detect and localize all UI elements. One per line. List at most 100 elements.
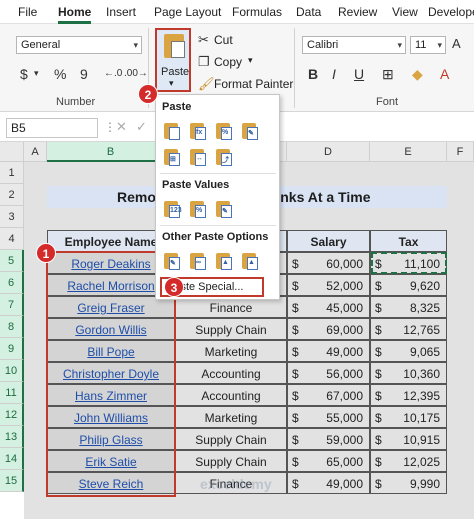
formatting-icon[interactable]: ✎ (162, 251, 182, 271)
fill-color-icon[interactable]: ◆ (412, 66, 423, 83)
tax-cell[interactable]: $9,065 (370, 340, 447, 362)
select-all-corner[interactable] (0, 142, 24, 162)
underline-icon[interactable]: U (354, 66, 364, 82)
salary-cell[interactable]: $65,000 (287, 450, 370, 472)
tax-cell[interactable]: $10,915 (370, 428, 447, 450)
row-header[interactable]: 11 (0, 382, 24, 404)
paste-button[interactable]: Paste ▾ (155, 28, 191, 92)
transpose-icon[interactable]: ⤴ (214, 147, 234, 167)
column-header-d[interactable]: D (287, 142, 370, 162)
tax-cell[interactable]: $9,990 (370, 472, 447, 494)
comma-style-icon[interactable]: 9 (80, 66, 88, 82)
column-header-f[interactable]: F (447, 142, 474, 162)
department-cell[interactable]: Accounting (175, 384, 287, 406)
salary-cell[interactable]: $67,000 (287, 384, 370, 406)
row-header[interactable]: 6 (0, 272, 24, 294)
copy-button[interactable]: Copy (214, 55, 242, 69)
copy-icon[interactable]: ❐ (198, 54, 210, 70)
tax-cell[interactable]: $12,765 (370, 318, 447, 340)
borders-icon[interactable]: ⊞ (382, 66, 394, 83)
row-header[interactable]: 10 (0, 360, 24, 382)
cancel-icon[interactable]: ✕ (116, 119, 127, 135)
row-header[interactable]: 14 (0, 448, 24, 470)
values-number-format-icon[interactable]: % (188, 199, 208, 219)
menu-file[interactable]: File (18, 5, 37, 19)
tax-cell[interactable]: $8,325 (370, 296, 447, 318)
menu-formulas[interactable]: Formulas (232, 5, 282, 19)
row-header[interactable]: 13 (0, 426, 24, 448)
row-header[interactable]: 9 (0, 338, 24, 360)
linked-picture-icon[interactable]: ▲ (240, 251, 260, 271)
salary-cell[interactable]: $55,000 (287, 406, 370, 428)
row-header[interactable]: 3 (0, 206, 24, 228)
scissors-icon[interactable]: ✂ (198, 32, 209, 48)
menu-home[interactable]: Home (58, 5, 92, 24)
menu-page-layout[interactable]: Page Layout (154, 5, 221, 19)
department-cell[interactable]: Supply Chain (175, 428, 287, 450)
row-header[interactable]: 15 (0, 470, 24, 492)
decrease-decimal-icon[interactable]: .00→ (124, 68, 148, 79)
currency-icon[interactable]: $ (20, 66, 28, 82)
department-cell[interactable]: Supply Chain (175, 450, 287, 472)
name-box-dropdown-icon[interactable]: ⋮ (104, 120, 116, 134)
salary-cell[interactable]: $59,000 (287, 428, 370, 450)
header-salary[interactable]: Salary (287, 230, 370, 252)
department-cell[interactable]: Supply Chain (175, 318, 287, 340)
increase-font-icon[interactable]: A (452, 36, 461, 51)
picture-icon[interactable]: ▲ (214, 251, 234, 271)
keep-source-formatting-icon[interactable]: ✎ (240, 121, 260, 141)
paste-icon[interactable] (162, 121, 182, 141)
salary-cell[interactable]: $56,000 (287, 362, 370, 384)
column-header-a[interactable]: A (24, 142, 47, 162)
tax-cell[interactable]: $12,025 (370, 450, 447, 472)
column-header-e[interactable]: E (370, 142, 447, 162)
salary-cell[interactable]: $49,000 (287, 340, 370, 362)
increase-decimal-icon[interactable]: ←.0 (104, 68, 122, 79)
salary-cell[interactable]: $60,000 (287, 252, 370, 274)
chevron-down-icon[interactable]: ▾ (248, 55, 253, 66)
paste-formulas-icon[interactable]: fx (188, 121, 208, 141)
cut-button[interactable]: Cut (214, 33, 233, 47)
chevron-down-icon[interactable]: ▾ (34, 68, 39, 79)
row-header[interactable]: 4 (0, 228, 24, 250)
row-header[interactable]: 12 (0, 404, 24, 426)
department-cell[interactable]: Accounting (175, 362, 287, 384)
font-name-select[interactable]: Calibri ▾ (302, 36, 406, 54)
menu-insert[interactable]: Insert (106, 5, 136, 19)
format-painter-button[interactable]: Format Painter (214, 77, 293, 91)
salary-cell[interactable]: $69,000 (287, 318, 370, 340)
enter-icon[interactable]: ✓ (136, 119, 147, 135)
bold-icon[interactable]: B (308, 66, 318, 82)
values-source-formatting-icon[interactable]: ✎ (214, 199, 234, 219)
menu-developer[interactable]: Developer (428, 5, 474, 19)
paste-link-icon[interactable]: ∞ (188, 251, 208, 271)
font-size-select[interactable]: 11 ▾ (410, 36, 446, 54)
salary-cell[interactable]: $52,000 (287, 274, 370, 296)
tax-cell[interactable]: $10,360 (370, 362, 447, 384)
font-color-icon[interactable]: A (440, 66, 449, 82)
menu-review[interactable]: Review (338, 5, 377, 19)
italic-icon[interactable]: I (332, 66, 336, 82)
row-header[interactable]: 2 (0, 184, 24, 206)
paste-formulas-number-format-icon[interactable]: % (214, 121, 234, 141)
tax-cell[interactable]: $12,395 (370, 384, 447, 406)
header-tax[interactable]: Tax (370, 230, 447, 252)
tax-cell[interactable]: $10,175 (370, 406, 447, 428)
no-borders-icon[interactable]: ⊞ (162, 147, 182, 167)
name-box[interactable]: B5 (6, 118, 98, 138)
paste-values-icon[interactable]: 123 (162, 199, 182, 219)
format-painter-icon[interactable]: 🖌 (198, 76, 215, 92)
row-header[interactable]: 8 (0, 316, 24, 338)
menu-view[interactable]: View (392, 5, 418, 19)
tax-cell[interactable]: $9,620 (370, 274, 447, 296)
row-header[interactable]: 1 (0, 162, 24, 184)
salary-cell[interactable]: $45,000 (287, 296, 370, 318)
menu-data[interactable]: Data (296, 5, 321, 19)
keep-column-widths-icon[interactable]: ↔ (188, 147, 208, 167)
row-header[interactable]: 5 (0, 250, 24, 272)
number-format-select[interactable]: General ▾ (16, 36, 142, 54)
salary-cell[interactable]: $49,000 (287, 472, 370, 494)
department-cell[interactable]: Marketing (175, 340, 287, 362)
percent-icon[interactable]: % (54, 66, 66, 82)
department-cell[interactable]: Marketing (175, 406, 287, 428)
